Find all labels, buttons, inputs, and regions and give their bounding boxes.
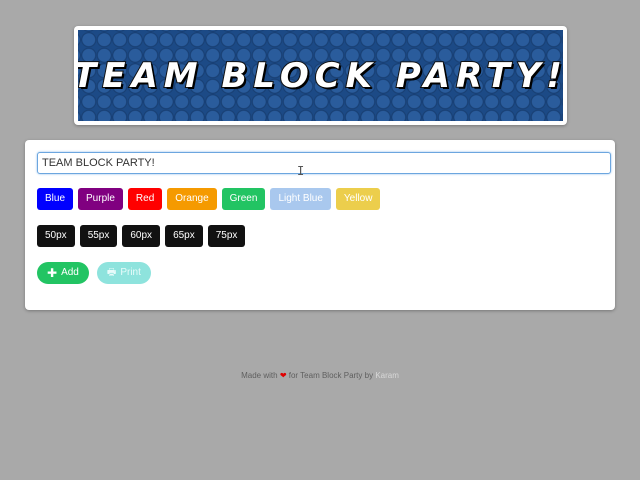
footer-author-link[interactable]: Karam — [375, 371, 399, 380]
color-button-orange[interactable]: Orange — [167, 188, 217, 210]
color-buttons-row: Blue Purple Red Orange Green Light Blue … — [37, 188, 381, 210]
size-button-65[interactable]: 65px — [165, 225, 203, 247]
banner-title: TEAM BLOCK PARTY! — [78, 55, 563, 97]
color-button-green[interactable]: Green — [221, 188, 266, 210]
print-button-label: Print — [120, 267, 141, 278]
color-button-blue[interactable]: Blue — [37, 188, 74, 210]
action-buttons-row: ✚ Add 🖶 Print — [37, 262, 151, 284]
print-button[interactable]: 🖶 Print — [96, 262, 151, 284]
text-cursor-icon: I — [297, 164, 305, 178]
editor-card: I Blue Purple Red Orange Green Light Blu… — [25, 140, 615, 310]
footer: Made with ❤ for Team Block Party by Kara… — [0, 371, 640, 380]
size-button-75[interactable]: 75px — [207, 225, 246, 247]
size-button-60[interactable]: 60px — [122, 225, 161, 247]
printer-icon: 🖶 — [106, 267, 117, 278]
heart-icon: ❤ — [279, 371, 287, 380]
title-text-input[interactable] — [37, 152, 611, 174]
size-buttons-row: 50px 55px 60px 65px 75px — [37, 225, 246, 247]
color-button-red[interactable]: Red — [127, 188, 163, 210]
color-button-purple[interactable]: Purple — [78, 188, 123, 210]
banner-frame: TEAM BLOCK PARTY! — [74, 26, 567, 125]
add-button-label: Add — [61, 267, 79, 278]
color-button-yellow[interactable]: Yellow — [335, 188, 381, 210]
plus-icon: ✚ — [47, 266, 58, 280]
footer-made-with: Made with — [241, 371, 278, 380]
size-button-50[interactable]: 50px — [37, 225, 75, 247]
lego-banner: TEAM BLOCK PARTY! — [78, 30, 563, 121]
color-button-light-blue[interactable]: Light Blue — [270, 188, 331, 210]
footer-for-text: for Team Block Party by — [288, 371, 374, 380]
size-button-55[interactable]: 55px — [79, 225, 118, 247]
add-button[interactable]: ✚ Add — [37, 262, 89, 284]
